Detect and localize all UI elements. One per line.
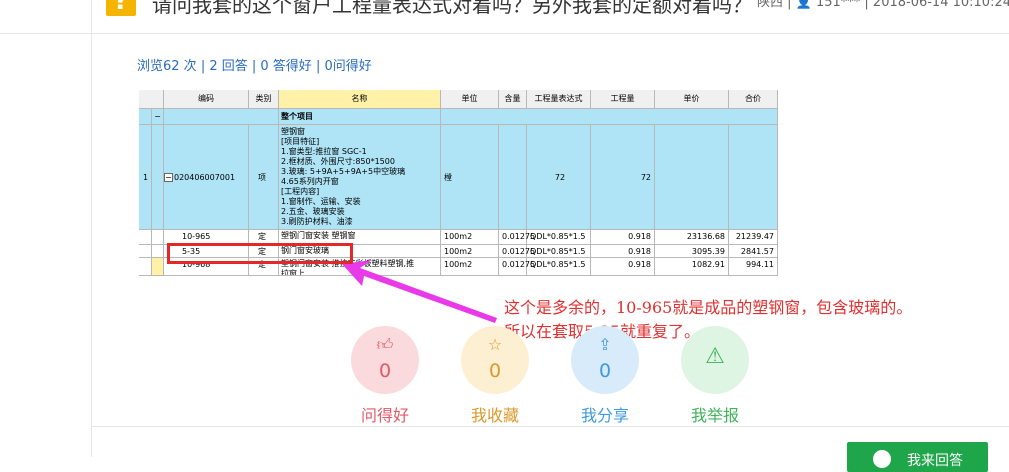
answer-button-label: 我来回答 bbox=[907, 453, 963, 469]
action-label[interactable]: 我收藏 bbox=[450, 402, 540, 426]
action-label[interactable]: 我举报 bbox=[670, 402, 760, 426]
answer-button[interactable]: 我来回答 bbox=[847, 442, 988, 472]
action-count: 0 bbox=[488, 360, 502, 382]
action-count: 0 bbox=[598, 360, 612, 382]
divider bbox=[91, 426, 1009, 427]
action-label[interactable]: 问得好 bbox=[340, 402, 430, 426]
action-label[interactable]: 我分享 bbox=[560, 402, 650, 426]
action-report-button[interactable]: ⚠ bbox=[681, 326, 749, 394]
action-favorite-button[interactable]: ☆ 0 bbox=[461, 326, 529, 394]
share-icon: ⇪ bbox=[598, 335, 612, 354]
highlight-box bbox=[167, 243, 353, 264]
action-count: 0 bbox=[378, 360, 392, 382]
annotation-line-1: 这个是多余的，10-965就是成品的塑钢窗，包含玻璃的。 bbox=[504, 298, 913, 317]
action-share-button[interactable]: ⇪ 0 bbox=[571, 326, 639, 394]
warning-icon: ⚠ bbox=[705, 344, 725, 369]
action-like-button[interactable]: 👍︎ 0 bbox=[351, 326, 419, 394]
star-icon: ☆ bbox=[487, 335, 503, 354]
pencil-icon bbox=[873, 450, 891, 468]
thumbs-up-icon: 👍︎ bbox=[376, 335, 394, 354]
